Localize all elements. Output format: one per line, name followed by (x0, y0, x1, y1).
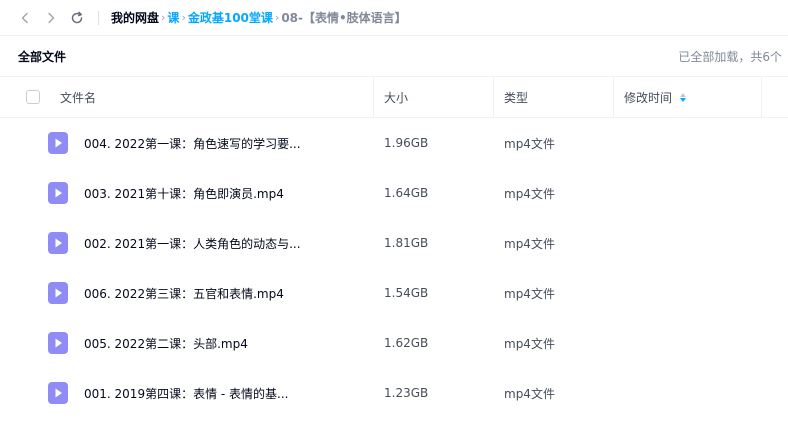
file-list: 004. 2022第一课：角色速写的学习要... 1.96GB mp4文件 00… (0, 118, 788, 418)
column-header-type[interactable]: 类型 (494, 77, 614, 117)
file-row[interactable]: 002. 2021第一课：人类角色的动态与... 1.81GB mp4文件 (0, 218, 788, 268)
video-file-icon (48, 182, 68, 204)
file-row[interactable]: 001. 2019第四课：表情 - 表情的基... 1.23GB mp4文件 (0, 368, 788, 418)
table-header: 文件名 大小 类型 修改时间 (0, 76, 788, 118)
file-type: mp4文件 (504, 186, 555, 201)
file-row[interactable]: 006. 2022第三课：五官和表情.mp4 1.54GB mp4文件 (0, 268, 788, 318)
breadcrumb-item-course[interactable]: 课 (167, 9, 179, 26)
file-name[interactable]: 003. 2021第十课：角色即演员.mp4 (84, 168, 374, 218)
file-size: 1.64GB (384, 186, 429, 200)
load-status: 已全部加载，共6个 (678, 49, 782, 64)
column-header-modified-label: 修改时间 (624, 90, 673, 105)
breadcrumb-item-collection[interactable]: 金政基100堂课 (188, 9, 273, 26)
column-header-name[interactable]: 文件名 (52, 77, 374, 117)
video-file-icon (48, 132, 68, 154)
file-type: mp4文件 (504, 286, 555, 301)
breadcrumb: 我的网盘 › 课 › 金政基100堂课 › 08-【表情•肢体语言】 (111, 9, 407, 26)
chevron-right-icon (48, 12, 55, 23)
column-header-name-label: 文件名 (60, 90, 97, 105)
file-name[interactable]: 005. 2022第二课：头部.mp4 (84, 318, 374, 368)
video-file-icon (48, 382, 68, 404)
file-type: mp4文件 (504, 336, 555, 351)
back-button[interactable] (14, 7, 36, 29)
file-name[interactable]: 006. 2022第三课：五官和表情.mp4 (84, 268, 374, 318)
file-size: 1.62GB (384, 336, 429, 350)
file-icon-cell (0, 118, 84, 168)
file-icon-cell (0, 268, 84, 318)
file-icon-cell (0, 318, 84, 368)
column-header-size[interactable]: 大小 (374, 77, 494, 117)
breadcrumb-separator: › (274, 11, 280, 24)
file-size: 1.23GB (384, 386, 429, 400)
breadcrumb-separator: › (161, 11, 166, 24)
title-bar: 全部文件 已全部加载，共6个 (0, 36, 788, 76)
page-title: 全部文件 (18, 49, 67, 64)
file-type: mp4文件 (504, 236, 555, 251)
file-icon-cell (0, 168, 84, 218)
video-file-icon (48, 332, 68, 354)
file-name[interactable]: 004. 2022第一课：角色速写的学习要... (84, 118, 374, 168)
file-name[interactable]: 001. 2019第四课：表情 - 表情的基... (84, 368, 374, 418)
sort-icon[interactable] (680, 92, 687, 102)
navigation-bar: 我的网盘 › 课 › 金政基100堂课 › 08-【表情•肢体语言】 (0, 0, 788, 36)
breadcrumb-current: 08-【表情•肢体语言】 (281, 11, 407, 25)
column-header-type-label: 类型 (504, 90, 529, 105)
file-row[interactable]: 004. 2022第一课：角色速写的学习要... 1.96GB mp4文件 (0, 118, 788, 168)
file-icon-cell (0, 368, 84, 418)
breadcrumb-separator: › (181, 11, 186, 24)
video-file-icon (48, 232, 68, 254)
file-icon-cell (0, 218, 84, 268)
file-size: 1.81GB (384, 236, 429, 250)
column-header-size-label: 大小 (384, 90, 409, 105)
file-row[interactable]: 003. 2021第十课：角色即演员.mp4 1.64GB mp4文件 (0, 168, 788, 218)
nav-divider (98, 10, 99, 25)
refresh-icon (71, 11, 83, 23)
select-all-checkbox[interactable] (26, 90, 40, 104)
file-name[interactable]: 002. 2021第一课：人类角色的动态与... (84, 218, 374, 268)
forward-button[interactable] (40, 7, 62, 29)
column-header-modified[interactable]: 修改时间 (614, 77, 762, 117)
chevron-left-icon (21, 12, 28, 23)
select-all-cell (0, 77, 52, 117)
refresh-button[interactable] (66, 7, 88, 29)
file-size: 1.54GB (384, 286, 429, 300)
video-file-icon (48, 282, 68, 304)
file-row[interactable]: 005. 2022第二课：头部.mp4 1.62GB mp4文件 (0, 318, 788, 368)
file-type: mp4文件 (504, 136, 555, 151)
breadcrumb-root[interactable]: 我的网盘 (111, 9, 159, 26)
file-type: mp4文件 (504, 386, 555, 401)
file-size: 1.96GB (384, 136, 429, 150)
